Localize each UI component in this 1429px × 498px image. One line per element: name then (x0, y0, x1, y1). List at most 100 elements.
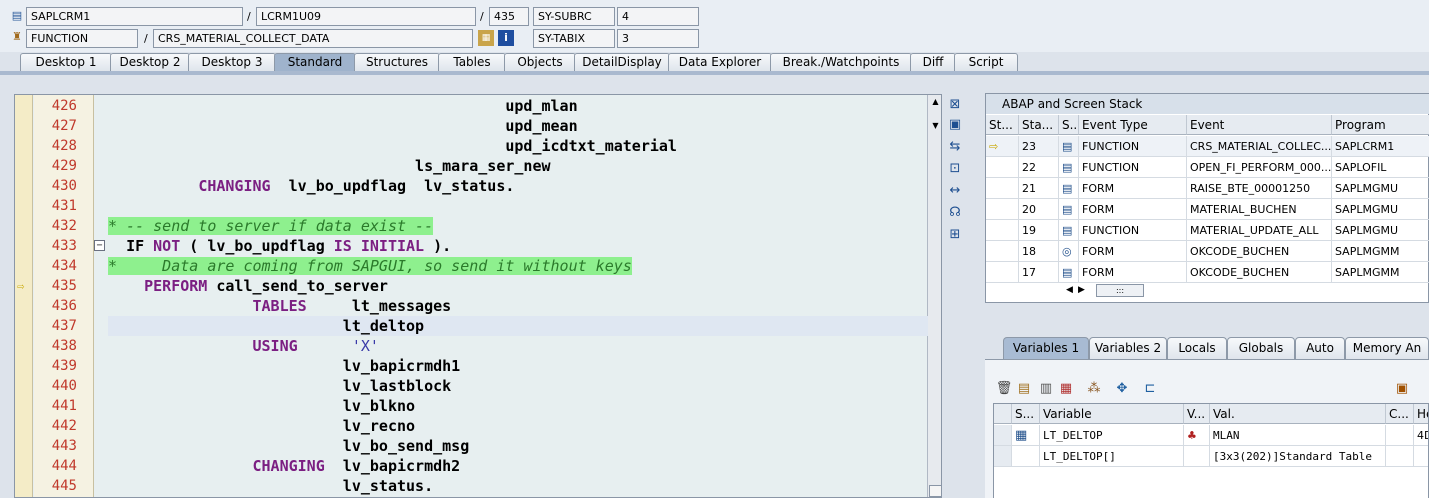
save-icon[interactable]: ▣ (1393, 380, 1411, 398)
tree-icon[interactable]: ⊞ (946, 226, 964, 244)
code-line[interactable]: 445 lv_status. (15, 476, 927, 496)
var-select[interactable] (994, 425, 1012, 446)
col-s2[interactable]: S... (1012, 404, 1040, 424)
col-event-type[interactable]: Event Type (1079, 115, 1187, 135)
stack-program[interactable]: SAPLMGMU (1332, 178, 1429, 199)
type-field[interactable]: FUNCTION (26, 29, 138, 48)
stack-level[interactable]: 20 (1019, 199, 1059, 220)
source-editor[interactable]: ▲ ▼ 426 upd_mlan 427 upd_mean 428 upd_icdt… (14, 94, 942, 498)
code-line[interactable]: 437 lt_deltop (15, 316, 928, 336)
code-line[interactable]: 426 upd_mlan (15, 96, 927, 116)
fold-toggle-icon[interactable]: − (94, 240, 105, 251)
code-line[interactable]: − 433 IF NOT ( lv_bo_updflag IS INITIAL )… (15, 236, 927, 256)
stack-marker[interactable] (986, 220, 1019, 241)
move-icon[interactable]: ✥ (1113, 380, 1131, 398)
col-sta[interactable]: Sta... (1019, 115, 1059, 135)
scroll-down-icon[interactable]: ▼ (929, 121, 941, 131)
stack-level[interactable]: 23 (1019, 136, 1059, 157)
tab-memory-analysis[interactable]: Memory An (1345, 337, 1429, 359)
delete-icon[interactable]: 🗑 (995, 380, 1013, 398)
tab-variables-2[interactable]: Variables 2 (1089, 337, 1167, 359)
display-icon[interactable]: ▦ (478, 30, 494, 46)
scroll-grip[interactable]: ::: (1096, 284, 1144, 297)
stack-level[interactable]: 21 (1019, 178, 1059, 199)
stack-event-type[interactable]: FORM (1079, 178, 1187, 199)
stack-marker[interactable] (986, 241, 1019, 262)
stack-event-type[interactable]: FUNCTION (1079, 220, 1187, 241)
stack-marker[interactable] (986, 199, 1019, 220)
tab-desktop-2[interactable]: Desktop 2 (110, 53, 190, 71)
tab-script[interactable]: Script (954, 53, 1018, 71)
headset-icon[interactable]: ☊ (946, 204, 964, 222)
stack-level[interactable]: 19 (1019, 220, 1059, 241)
stack-s[interactable]: ▤ (1059, 178, 1079, 199)
tab-tables[interactable]: Tables (438, 53, 506, 71)
col-event[interactable]: Event (1187, 115, 1332, 135)
new-icon[interactable]: ⊏ (1141, 380, 1159, 398)
code-line[interactable]: ⇨ 435 PERFORM call_send_to_server (15, 276, 927, 296)
tab-variables-1[interactable]: Variables 1 (1003, 337, 1089, 359)
stack-event[interactable]: OKCODE_BUCHEN (1187, 241, 1332, 262)
col-variable[interactable]: Variable (1040, 404, 1184, 424)
stack-program[interactable]: SAPLMGMU (1332, 199, 1429, 220)
tab-standard[interactable]: Standard (274, 53, 356, 71)
var-value[interactable]: [3x3(202)]Standard Table (1210, 446, 1386, 467)
tab-breakpoints[interactable]: Break./Watchpoints (770, 53, 912, 71)
tab-desktop-1[interactable]: Desktop 1 (20, 53, 112, 71)
code-line[interactable]: 444 CHANGING lv_bapicrmdh2 (15, 456, 927, 476)
code-line[interactable]: 440 lv_lastblock (15, 376, 927, 396)
tab-globals[interactable]: Globals (1227, 337, 1295, 359)
stack-marker[interactable] (986, 157, 1019, 178)
code-line[interactable]: 436 TABLES lt_messages (15, 296, 927, 316)
stack-event[interactable]: OKCODE_BUCHEN (1187, 262, 1332, 283)
close-icon[interactable]: ⊠ (946, 96, 964, 114)
stack-marker[interactable] (986, 262, 1019, 283)
code-line[interactable]: 427 upd_mean (15, 116, 927, 136)
var-v[interactable] (1184, 446, 1210, 467)
stack-program[interactable]: SAPLCRM1 (1332, 136, 1429, 157)
stack-program[interactable]: SAPLMGMU (1332, 220, 1429, 241)
code-line[interactable]: 441 lv_blkno (15, 396, 927, 416)
var-name[interactable]: LT_DELTOP[] (1040, 446, 1184, 467)
line-field[interactable]: 435 (489, 7, 529, 26)
scroll-up-icon[interactable]: ▲ (929, 97, 941, 107)
var-hex[interactable]: 4D (1414, 425, 1428, 446)
code-line[interactable]: 432 * -- send to server if data exist -- (15, 216, 927, 236)
stack-program[interactable]: SAPLMGMM (1332, 241, 1429, 262)
subrc-value[interactable]: 4 (617, 7, 699, 26)
save-list-icon[interactable]: ▦ (1057, 380, 1075, 398)
stack-event-type[interactable]: FORM (1079, 262, 1187, 283)
var-hex[interactable] (1414, 446, 1428, 467)
tab-structures[interactable]: Structures (354, 53, 440, 71)
code-line[interactable]: 442 lv_recno (15, 416, 927, 436)
stack-marker[interactable] (986, 178, 1019, 199)
code-line[interactable]: 438 USING 'X' (15, 336, 927, 356)
stack-event[interactable]: MATERIAL_UPDATE_ALL (1187, 220, 1332, 241)
stack-s[interactable]: ▤ (1059, 262, 1079, 283)
stack-event-type[interactable]: FORM (1079, 199, 1187, 220)
stack-s[interactable]: ▤ (1059, 220, 1079, 241)
stack-program[interactable]: SAPLMGMM (1332, 262, 1429, 283)
name-field[interactable]: CRS_MATERIAL_COLLECT_DATA (153, 29, 473, 48)
code-line[interactable]: 434 * Data are coming from SAPGUI, so sen… (15, 256, 927, 276)
maximize-icon[interactable]: ⊡ (946, 160, 964, 178)
var-c[interactable] (1386, 425, 1414, 446)
services-icon[interactable]: ⁂ (1085, 380, 1103, 398)
code-line[interactable]: 431 (15, 196, 927, 216)
var-name[interactable]: LT_DELTOP (1040, 425, 1184, 446)
scroll-thumb[interactable] (929, 485, 941, 497)
col-st[interactable]: St... (986, 115, 1019, 135)
editor-scrollbar[interactable]: ▲ ▼ (927, 95, 941, 497)
code-line[interactable]: 429 ls_mara_ser_new (15, 156, 927, 176)
stack-level[interactable]: 18 (1019, 241, 1059, 262)
stack-event[interactable]: MATERIAL_BUCHEN (1187, 199, 1332, 220)
col-hex[interactable]: He (1414, 404, 1428, 424)
stack-program[interactable]: SAPLOFIL (1332, 157, 1429, 178)
stack-s[interactable]: ▤ (1059, 199, 1079, 220)
col-value[interactable]: Val. (1210, 404, 1386, 424)
program-field[interactable]: SAPLCRM1 (26, 7, 243, 26)
col-program[interactable]: Program (1332, 115, 1429, 135)
stack-level[interactable]: 17 (1019, 262, 1059, 283)
code-line[interactable]: 439 lv_bapicrmdh1 (15, 356, 927, 376)
tab-objects[interactable]: Objects (504, 53, 576, 71)
